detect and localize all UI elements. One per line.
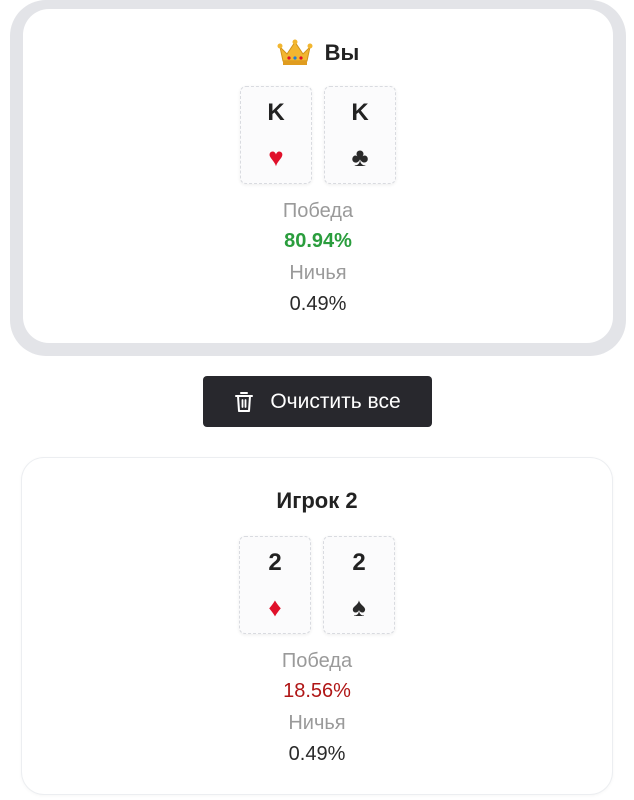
card-slot[interactable]: K ♥ <box>240 86 312 184</box>
clear-all-button[interactable]: Очистить все <box>203 376 432 427</box>
clear-all-label: Очистить все <box>270 389 401 413</box>
hole-cards: 2 ♦ 2 ♠ <box>22 536 612 634</box>
tie-label: Ничья <box>289 262 347 284</box>
card-rank: K <box>351 99 369 126</box>
player-name: Вы <box>324 40 360 65</box>
card-slot[interactable]: 2 ♦ <box>239 536 311 634</box>
clubs-icon: ♣ <box>351 142 369 172</box>
card-rank: 2 <box>268 549 282 576</box>
diamonds-icon: ♦ <box>268 592 282 622</box>
crown-icon <box>277 39 313 65</box>
player-title-row: Игрок 2 <box>22 488 612 514</box>
win-value: 80.94% <box>284 230 352 252</box>
card-slot[interactable]: 2 ♠ <box>323 536 395 634</box>
card-rank: K <box>267 99 285 126</box>
win-value: 18.56% <box>283 680 351 702</box>
win-label: Победа <box>282 200 354 222</box>
hole-cards: K ♥ K ♣ <box>23 86 613 184</box>
tie-value: 0.49% <box>289 293 347 315</box>
card-slot[interactable]: K ♣ <box>324 86 396 184</box>
player-panel-you: Вы K ♥ K ♣ Победа 80.94% Ничья 0.49% <box>10 0 626 356</box>
spades-icon: ♠ <box>352 592 366 622</box>
trash-icon <box>235 391 254 412</box>
win-label: Победа <box>281 650 353 672</box>
player-title-row: Вы <box>23 39 613 67</box>
player-card-2: Игрок 2 2 ♦ 2 ♠ Победа 18.56% Ничья 0.49… <box>22 458 612 794</box>
player-name: Игрок 2 <box>276 488 358 513</box>
hearts-icon: ♥ <box>268 142 284 172</box>
player-card-you: Вы K ♥ K ♣ Победа 80.94% Ничья 0.49% <box>23 9 613 343</box>
card-rank: 2 <box>352 549 366 576</box>
tie-label: Ничья <box>288 712 346 734</box>
tie-value: 0.49% <box>288 743 346 765</box>
